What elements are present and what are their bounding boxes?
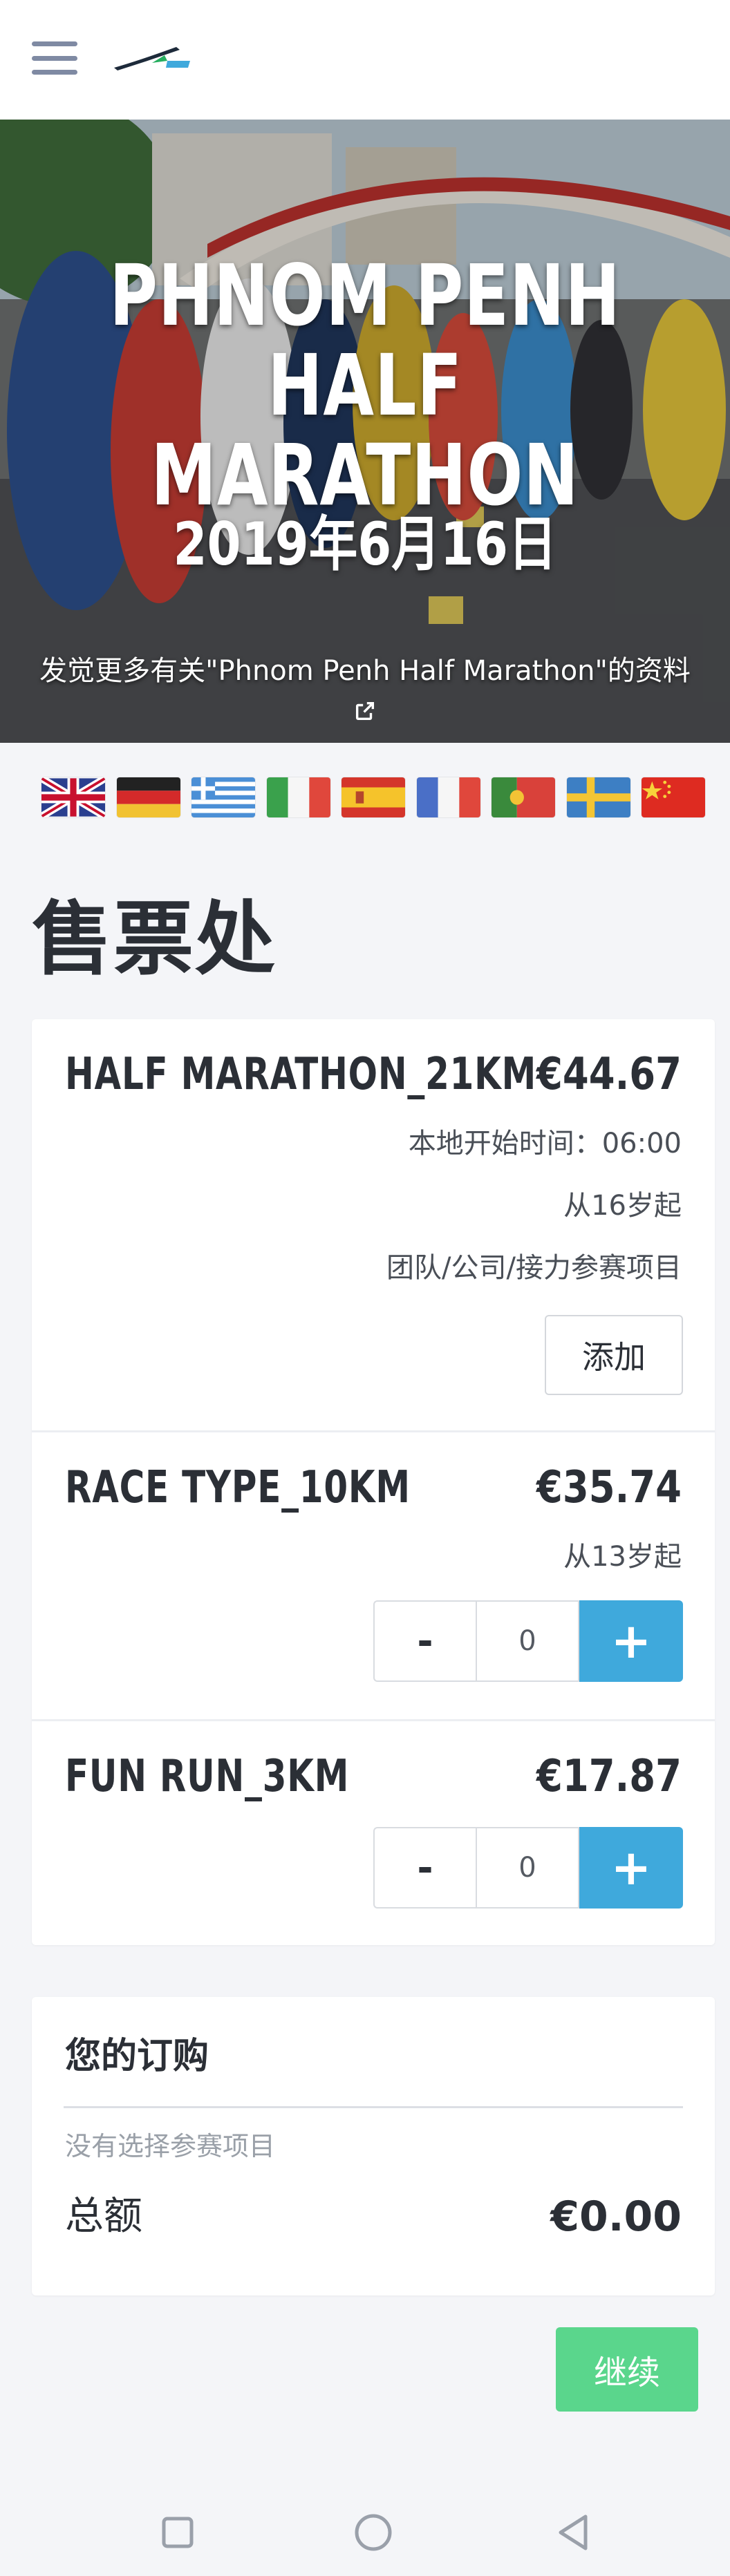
- quantity-value[interactable]: 0: [476, 1827, 579, 1909]
- order-summary-card: 您的订购 没有选择参赛项目 总额 €0.00: [32, 1997, 715, 2295]
- event-hero-banner: PHNOM PENH HALF MARATHON 2019年6月16日 发觉更多…: [0, 120, 730, 743]
- event-title-line-2: HALF MARATHON: [151, 337, 579, 524]
- back-icon[interactable]: [550, 2508, 598, 2557]
- swedish-flag-icon[interactable]: [566, 777, 630, 817]
- spanish-flag-icon[interactable]: [341, 777, 405, 817]
- ticket-price: €17.87: [536, 1751, 682, 1802]
- german-flag-icon[interactable]: [116, 777, 180, 817]
- order-total-label: 总额: [65, 2194, 142, 2239]
- decrease-quantity-button[interactable]: -: [373, 1827, 476, 1909]
- chinese-flag-icon[interactable]: [642, 777, 705, 817]
- home-icon[interactable]: [349, 2508, 397, 2557]
- ticket-price: €35.74: [536, 1462, 682, 1513]
- ticket-age-limit: 从16岁起: [563, 1190, 682, 1222]
- top-bar: [0, 0, 730, 120]
- system-navigation-bar: [0, 2488, 730, 2576]
- event-title-line-1: PHNOM PENH: [109, 247, 621, 345]
- increase-quantity-button[interactable]: +: [579, 1827, 683, 1909]
- event-title: PHNOM PENH HALF MARATHON: [80, 251, 650, 520]
- language-selector: [41, 777, 705, 820]
- order-empty-message: 没有选择参赛项目: [65, 2131, 276, 2161]
- menu-icon[interactable]: [32, 41, 77, 75]
- ticket-name: RACE TYPE_10KM: [65, 1462, 411, 1513]
- portuguese-flag-icon[interactable]: [492, 777, 555, 817]
- brand-logo[interactable]: [111, 40, 194, 75]
- ticket-office-title: 售票处: [32, 893, 277, 986]
- increase-quantity-button[interactable]: +: [579, 1600, 683, 1682]
- ticket-price: €44.67: [536, 1049, 682, 1100]
- ticket-start-time: 本地开始时间：06:00: [408, 1128, 682, 1159]
- continue-button[interactable]: 继续: [556, 2327, 698, 2412]
- french-flag-icon[interactable]: [416, 777, 480, 817]
- ticket-age-limit: 从13岁起: [563, 1541, 682, 1573]
- add-ticket-button[interactable]: 添加: [545, 1315, 683, 1395]
- decrease-quantity-button[interactable]: -: [373, 1600, 476, 1682]
- ticket-fun-run: FUN RUN_3KM €17.87 - 0 +: [32, 1721, 715, 1945]
- greek-flag-icon[interactable]: [191, 777, 255, 817]
- event-date: 2019年6月16日: [173, 510, 557, 579]
- ticket-half-marathon: HALF MARATHON_21KM €44.67 本地开始时间：06:00 从…: [32, 1019, 715, 1430]
- quantity-stepper: - 0 +: [373, 1600, 683, 1682]
- uk-flag-icon[interactable]: [41, 777, 105, 817]
- tickets-card: HALF MARATHON_21KM €44.67 本地开始时间：06:00 从…: [32, 1019, 715, 1945]
- ticket-10km: RACE TYPE_10KM €35.74 从13岁起 - 0 +: [32, 1432, 715, 1719]
- ticket-name: HALF MARATHON_21KM: [65, 1049, 537, 1100]
- ticket-name: FUN RUN_3KM: [65, 1751, 350, 1802]
- order-divider: [64, 2106, 683, 2108]
- ticket-team-note: 团队/公司/接力参赛项目: [386, 1252, 682, 1284]
- more-info-link[interactable]: 发觉更多有关"Phnom Penh Half Marathon"的资料: [0, 652, 730, 733]
- more-info-link-text[interactable]: 发觉更多有关"Phnom Penh Half Marathon"的资料: [39, 655, 691, 687]
- order-total-value: €0.00: [550, 2193, 682, 2241]
- order-title: 您的订购: [65, 2036, 209, 2077]
- italian-flag-icon[interactable]: [266, 777, 330, 817]
- external-link-icon[interactable]: [0, 694, 730, 733]
- recent-apps-icon[interactable]: [153, 2508, 202, 2557]
- quantity-stepper: - 0 +: [373, 1827, 683, 1909]
- quantity-value[interactable]: 0: [476, 1600, 579, 1682]
